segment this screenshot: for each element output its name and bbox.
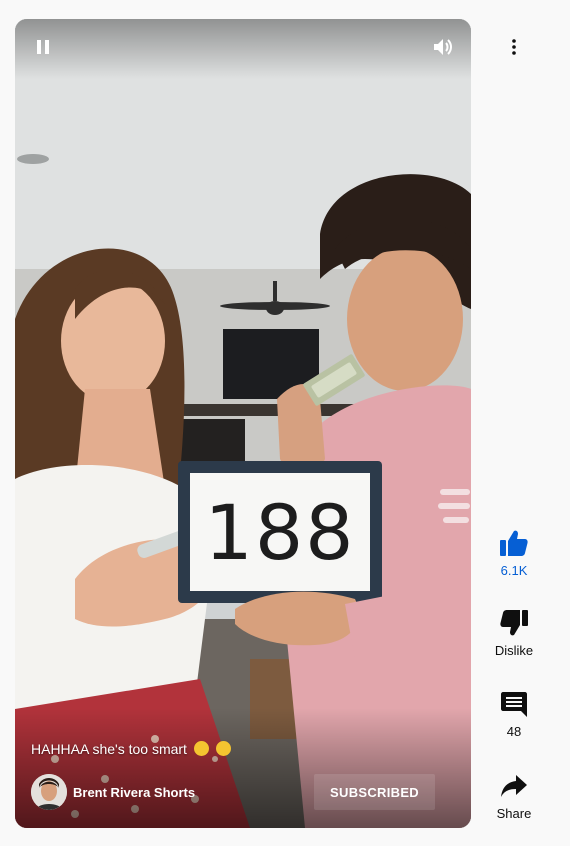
pause-icon [37, 40, 49, 54]
more-options-button[interactable] [502, 35, 526, 59]
worried-face-emoji [193, 741, 209, 756]
comments-button[interactable]: 48 [482, 689, 546, 739]
subscribed-button[interactable]: SUBSCRIBED [314, 774, 435, 810]
channel-name[interactable]: Brent Rivera Shorts [73, 785, 195, 800]
player-bottom-gradient [15, 708, 471, 828]
like-count: 6.1K [500, 563, 528, 578]
dislike-label: Dislike [494, 643, 534, 658]
more-vertical-icon [512, 39, 516, 55]
caption-text: HAHHAA she's too smart [31, 741, 187, 757]
share-arrow-icon [499, 771, 529, 801]
comment-count: 48 [506, 724, 522, 739]
video-caption: HAHHAA she's too smart [31, 739, 231, 759]
channel-avatar[interactable] [31, 774, 67, 810]
whiteboard-number: 188 [204, 487, 356, 577]
pause-button[interactable] [31, 35, 55, 59]
player-top-gradient [15, 19, 471, 79]
video-frame [15, 19, 471, 828]
like-button[interactable]: 6.1K [482, 528, 546, 578]
thumbs-down-icon [499, 608, 529, 638]
dislike-button[interactable]: Dislike [482, 608, 546, 658]
volume-icon [434, 39, 452, 55]
share-button[interactable]: Share [482, 771, 546, 821]
video-player[interactable]: 188 HAHHAA she's too smart Brent Rivera … [15, 19, 471, 828]
avatar-image [31, 774, 67, 810]
volume-button[interactable] [431, 35, 455, 59]
thumbs-up-icon [499, 528, 529, 558]
share-label: Share [496, 806, 532, 821]
channel-row: Brent Rivera Shorts SUBSCRIBED [31, 774, 455, 810]
comment-icon [499, 689, 529, 719]
laughing-face-emoji [215, 741, 231, 756]
shorts-page: 188 HAHHAA she's too smart Brent Rivera … [0, 0, 570, 846]
